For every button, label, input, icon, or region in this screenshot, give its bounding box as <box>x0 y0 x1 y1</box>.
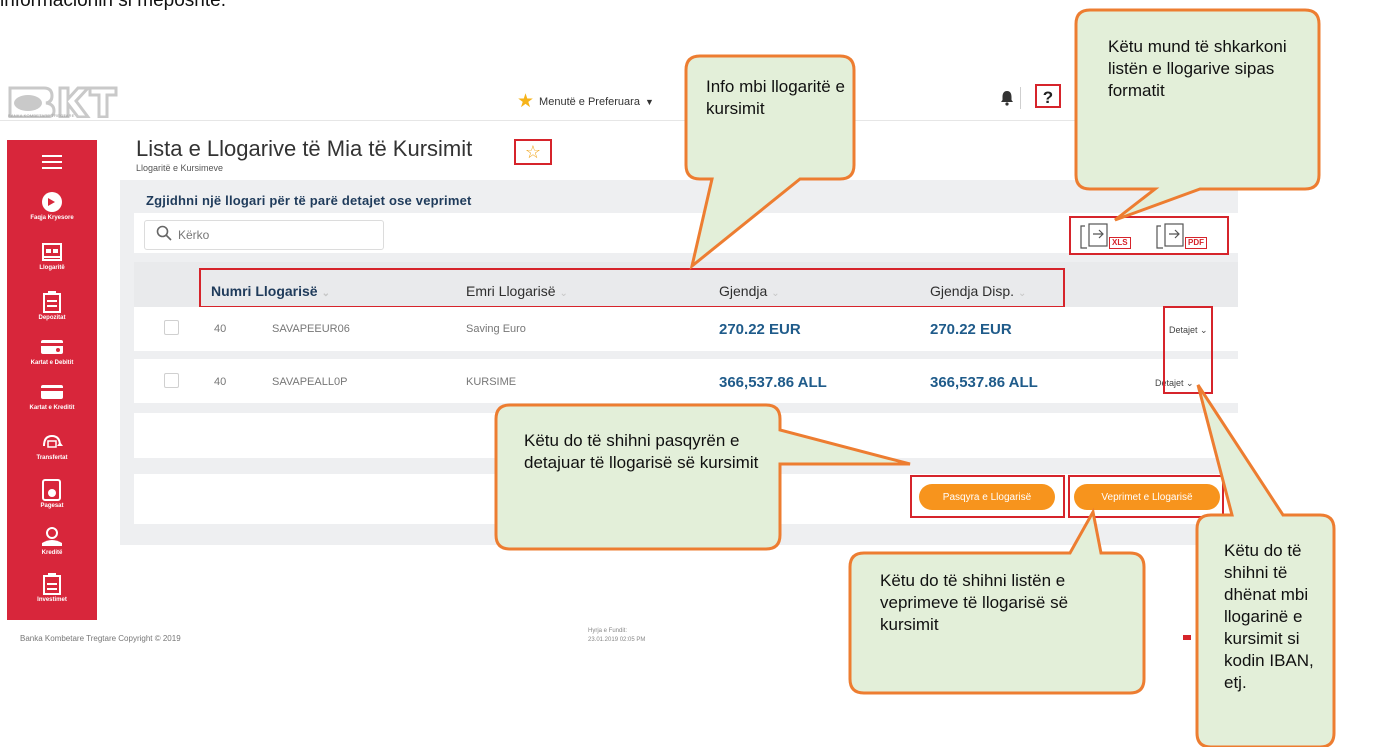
search-icon <box>156 225 172 245</box>
logo-caption: BANKA KOMBETARE TREGTARE <box>8 113 75 118</box>
sidebar-item-home[interactable]: Faqja Kryesore <box>7 190 97 221</box>
table-row[interactable]: 40 SAVAPEEUR06 Saving Euro 270.22 EUR 27… <box>134 307 1238 351</box>
callout-transactions-text: Këtu do të shihni listën e veprimeve të … <box>880 571 1069 634</box>
sidebar-item-investments[interactable]: Investimet <box>7 572 97 603</box>
sidebar-item-payments[interactable]: Pagesat <box>7 478 97 509</box>
sidebar-item-label: Kreditë <box>41 550 63 556</box>
account-name: Saving Euro <box>466 323 526 335</box>
search-placeholder: Kërko <box>178 228 210 242</box>
credit-card-icon <box>39 380 65 404</box>
table-row[interactable]: 40 SAVAPEALL0P KURSIME 366,537.86 ALL 36… <box>134 359 1238 403</box>
sidebar-item-label: Investimet <box>37 597 67 603</box>
column-header-account-number[interactable]: Numri Llogarisë ⌄ <box>211 283 330 299</box>
bell-icon[interactable] <box>1000 90 1014 111</box>
callout-statement-text: Këtu do të shihni pasqyrën e detajuar të… <box>524 431 759 472</box>
available-balance: 270.22 EUR <box>930 321 1012 338</box>
sidebar-item-transfers[interactable]: Transfertat <box>7 430 97 461</box>
account-number: 40 <box>214 376 227 388</box>
sort-icon: ⌄ <box>321 288 330 299</box>
caret-down-icon: ▼ <box>644 96 654 107</box>
copyright-text: Banka Kombetare Tregtare Copyright © 201… <box>20 634 181 643</box>
sidebar-item-debit-cards[interactable]: Kartat e Debitit <box>7 335 97 366</box>
instruction-text: Zgjidhni një llogari për të parë detajet… <box>146 193 472 208</box>
sidebar-item-deposits[interactable]: Depozitat <box>7 290 97 321</box>
account-statement-button[interactable]: Pasqyra e Llogarisë <box>919 484 1055 510</box>
help-button[interactable]: ? <box>1035 84 1061 108</box>
sort-icon: ⌄ <box>559 288 568 299</box>
home-icon <box>39 190 65 214</box>
accounts-icon <box>39 240 65 264</box>
account-number: 40 <box>214 323 227 335</box>
account-code: SAVAPEALL0P <box>272 376 348 388</box>
sort-icon: ⌄ <box>1018 288 1027 299</box>
favorite-star-icon[interactable]: ☆ <box>514 139 552 165</box>
deposits-icon <box>39 290 65 314</box>
sidebar-item-label: Kartat e Debitit <box>30 360 74 366</box>
header-label: Gjendja Disp. <box>930 283 1015 299</box>
callout-info-text: Info mbi llogaritë e kursimit <box>706 77 845 118</box>
favorites-label: Menutë e Preferuara <box>539 95 640 108</box>
sidebar-item-menu[interactable] <box>7 150 97 174</box>
balance: 366,537.86 ALL <box>719 374 827 391</box>
payments-icon <box>39 478 65 502</box>
account-transactions-button[interactable]: Veprimet e Llogarisë <box>1074 484 1220 510</box>
column-header-balance[interactable]: Gjendja ⌄ <box>719 283 780 299</box>
breadcrumb[interactable]: Llogaritë e Kursimeve <box>136 163 223 173</box>
last-login-value: 23.01.2019 02:05 PM <box>588 637 646 643</box>
page-title: Lista e Llogarive të Mia të Kursimit <box>136 136 473 161</box>
sort-icon: ⌄ <box>771 288 780 299</box>
export-pdf-button[interactable]: PDF <box>1155 222 1219 250</box>
investments-icon <box>39 572 65 596</box>
status-indicator <box>1183 635 1191 640</box>
sidebar-item-label: Llogaritë <box>39 265 65 271</box>
header-label: Numri Llogarisë <box>211 283 318 299</box>
callout-details-text: Këtu do të shihni të dhënat mbi llogarin… <box>1224 541 1314 692</box>
header-label: Emri Llogarisë <box>466 283 556 299</box>
sidebar-item-label: Transfertat <box>36 455 68 461</box>
sidebar: Faqja Kryesore Llogaritë Depozitat Karta… <box>7 140 97 620</box>
divider <box>1020 87 1021 109</box>
balance: 270.22 EUR <box>719 321 801 338</box>
row-checkbox[interactable] <box>164 373 179 388</box>
menu-icon <box>39 150 65 174</box>
loans-icon <box>39 525 65 549</box>
column-header-available-balance[interactable]: Gjendja Disp. ⌄ <box>930 283 1026 299</box>
sidebar-item-label: Depozitat <box>38 315 66 321</box>
xls-label: XLS <box>1109 237 1131 249</box>
available-balance: 366,537.86 ALL <box>930 374 1038 391</box>
details-highlight <box>1163 306 1213 394</box>
export-group: XLS PDF <box>1069 216 1229 255</box>
callout-export-text: Këtu mund të shkarkoni listën e llogariv… <box>1108 37 1287 100</box>
transfer-icon <box>39 430 65 454</box>
account-name: KURSIME <box>466 376 517 388</box>
row-checkbox[interactable] <box>164 320 179 335</box>
star-icon: ★ <box>517 91 535 112</box>
intro-text: informacionin si méposhte. <box>0 0 226 11</box>
sidebar-item-accounts[interactable]: Llogaritë <box>7 240 97 271</box>
last-login-label: Hyrja e Fundit: <box>588 628 628 634</box>
column-header-account-name[interactable]: Emri Llogarisë ⌄ <box>466 283 568 299</box>
sidebar-item-credit-cards[interactable]: Kartat e Kreditit <box>7 380 97 411</box>
account-code: SAVAPEEUR06 <box>272 323 350 335</box>
sidebar-item-label: Pagesat <box>40 503 64 509</box>
export-xls-button[interactable]: XLS <box>1079 222 1143 250</box>
favorites-menu[interactable]: ★ Menutë e Preferuara ▼ <box>517 92 654 111</box>
sidebar-item-loans[interactable]: Kreditë <box>7 525 97 556</box>
header-label: Gjendja <box>719 283 768 299</box>
sidebar-item-label: Kartat e Kreditit <box>29 405 75 411</box>
sidebar-item-label: Faqja Kryesore <box>30 215 74 221</box>
debit-card-icon <box>39 335 65 359</box>
pdf-label: PDF <box>1185 237 1207 249</box>
